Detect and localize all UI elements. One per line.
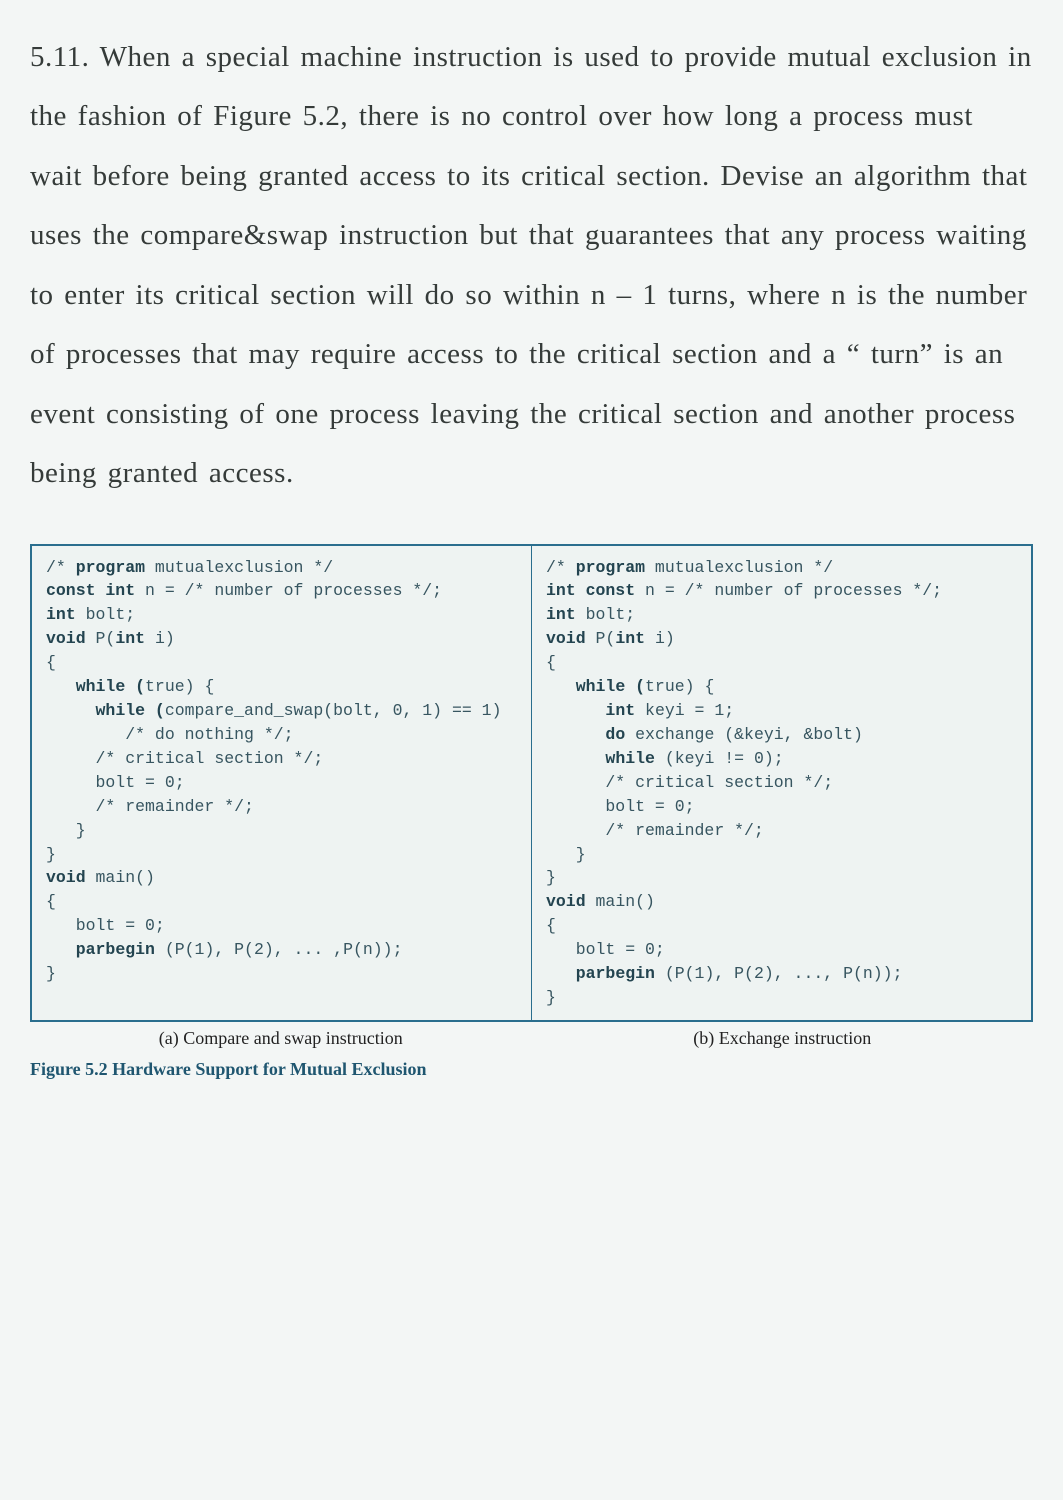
t: int <box>546 605 576 624</box>
code-column-a: /* program mutualexclusion */ const int … <box>32 546 532 1021</box>
t <box>546 701 605 720</box>
t: int <box>605 701 635 720</box>
t: bolt = 0; <box>546 940 665 959</box>
t: } <box>46 821 86 840</box>
t: bolt = 0; <box>46 773 185 792</box>
t: n = /* number of processes */; <box>635 581 942 600</box>
t: void <box>46 868 86 887</box>
t: /* remainder */; <box>46 797 254 816</box>
t: { <box>46 892 56 911</box>
caption-a: (a) Compare and swap instruction <box>30 1028 532 1049</box>
t: } <box>546 988 556 1007</box>
t: void <box>546 892 586 911</box>
t <box>546 677 576 696</box>
t: } <box>46 845 56 864</box>
t: /* remainder */; <box>546 821 764 840</box>
t: program <box>76 558 145 577</box>
t: (keyi != 0); <box>655 749 784 768</box>
t: bolt; <box>576 605 635 624</box>
t: true) { <box>645 677 714 696</box>
t: bolt = 0; <box>46 916 165 935</box>
t: mutualexclusion */ <box>145 558 333 577</box>
t: /* <box>46 558 76 577</box>
t: i) <box>145 629 175 648</box>
t <box>546 725 605 744</box>
t: { <box>546 916 556 935</box>
t: void <box>46 629 86 648</box>
t: (P(1), P(2), ..., P(n)); <box>655 964 903 983</box>
t: while ( <box>96 701 165 720</box>
t: void <box>546 629 586 648</box>
t: int const <box>546 581 635 600</box>
t: compare_and_swap(bolt, 0, 1) == 1) <box>165 701 502 720</box>
t <box>46 940 76 959</box>
t: bolt = 0; <box>546 797 695 816</box>
t: parbegin <box>576 964 655 983</box>
t: { <box>546 653 556 672</box>
t: program <box>576 558 645 577</box>
figure-captions: (a) Compare and swap instruction (b) Exc… <box>30 1028 1033 1049</box>
t: main() <box>86 868 155 887</box>
t: /* critical section */; <box>46 749 323 768</box>
t: parbegin <box>76 940 155 959</box>
t: i) <box>645 629 675 648</box>
t <box>546 964 576 983</box>
t <box>46 701 96 720</box>
t: /* <box>546 558 576 577</box>
t: int <box>46 605 76 624</box>
t: const int <box>46 581 135 600</box>
t: P( <box>86 629 116 648</box>
figure-title: Figure 5.2 Hardware Support for Mutual E… <box>30 1059 1033 1080</box>
t: /* critical section */; <box>546 773 833 792</box>
t: } <box>546 845 586 864</box>
t: keyi = 1; <box>635 701 734 720</box>
t: exchange (&keyi, &bolt) <box>625 725 863 744</box>
question-text: 5.11. When a special machine instruction… <box>30 28 1033 504</box>
t: while ( <box>76 677 145 696</box>
t: main() <box>586 892 655 911</box>
code-column-b: /* program mutualexclusion */ int const … <box>532 546 1031 1021</box>
t: { <box>46 653 56 672</box>
figure-5-2: /* program mutualexclusion */ const int … <box>30 544 1033 1023</box>
t: (P(1), P(2), ... ,P(n)); <box>155 940 403 959</box>
t: while <box>605 749 655 768</box>
t: do <box>605 725 625 744</box>
t <box>46 677 76 696</box>
t: mutualexclusion */ <box>645 558 833 577</box>
t: /* do nothing */; <box>46 725 294 744</box>
t <box>546 749 605 768</box>
caption-b: (b) Exchange instruction <box>532 1028 1034 1049</box>
t: } <box>546 868 556 887</box>
t: P( <box>586 629 616 648</box>
t: while ( <box>576 677 645 696</box>
t: } <box>46 964 56 983</box>
t: n = /* number of processes */; <box>135 581 442 600</box>
t: true) { <box>145 677 214 696</box>
t: bolt; <box>76 605 135 624</box>
t: int <box>115 629 145 648</box>
t: int <box>615 629 645 648</box>
